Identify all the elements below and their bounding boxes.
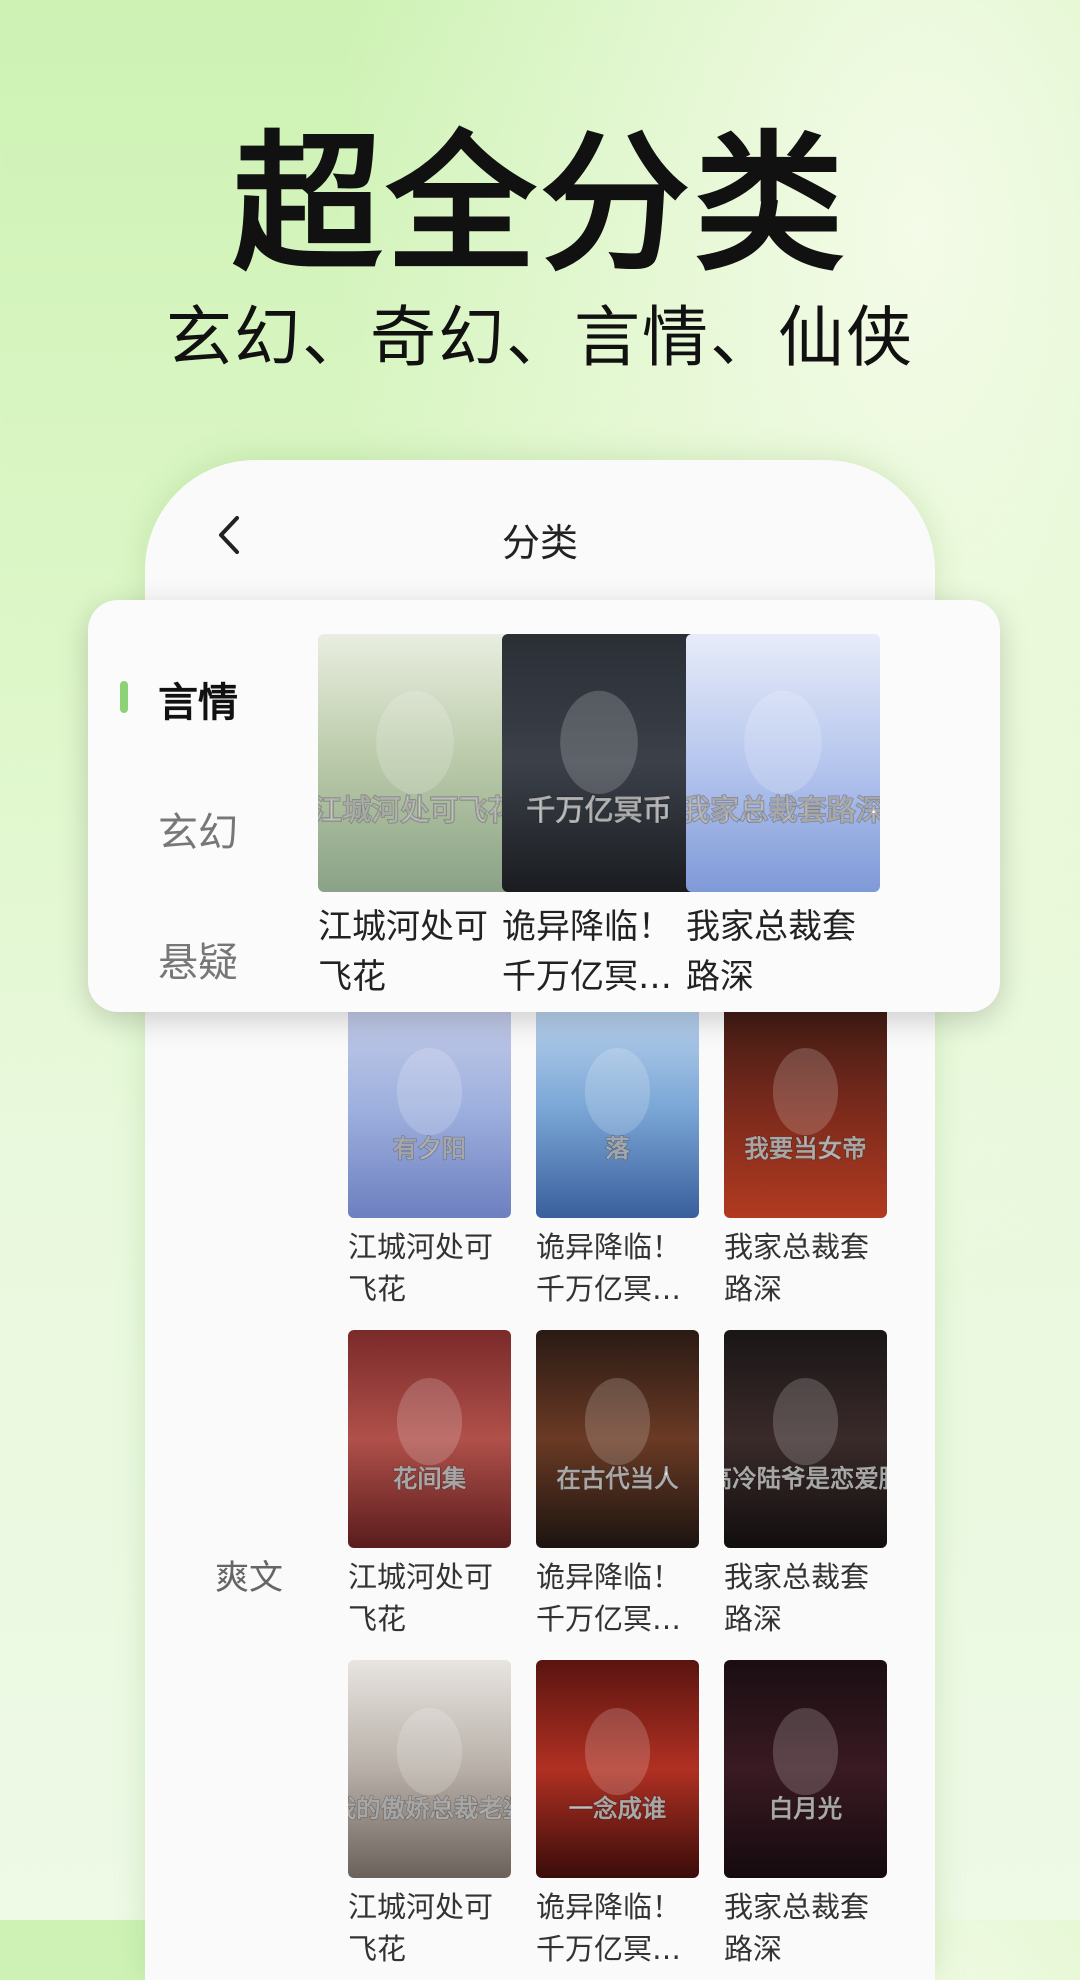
book-cover-image[interactable]: 花间集: [348, 1330, 511, 1548]
grid-book-card[interactable]: 一念成谁诡异降临！ 千万亿冥…: [536, 1660, 699, 1970]
book-title[interactable]: 江城河处可 飞花: [348, 1226, 511, 1310]
cover-title-art: 一念成谁: [569, 1794, 667, 1823]
cover-title-art: 江城河处可飞花: [318, 793, 512, 827]
popup-category-xuanhuan[interactable]: 玄幻: [158, 800, 238, 858]
book-cover-image[interactable]: 我的傲娇总裁老婆: [348, 1660, 511, 1878]
cover-title-art: 高冷陆爷是恋爱脑: [724, 1464, 887, 1493]
book-title[interactable]: 诡异降临！ 千万亿冥…: [502, 902, 696, 1002]
grid-book-card[interactable]: 高冷陆爷是恋爱脑我家总裁套 路深: [724, 1330, 887, 1640]
cover-title-art: 白月光: [769, 1794, 842, 1823]
active-indicator: [120, 681, 128, 713]
sidebar-item-shuangwen[interactable]: 爽文: [215, 1550, 283, 1599]
cover-title-art: 落: [605, 1134, 630, 1163]
book-cover-image[interactable]: 在古代当人: [536, 1330, 699, 1548]
book-cover-image[interactable]: 高冷陆爷是恋爱脑: [724, 1330, 887, 1548]
book-title[interactable]: 我家总裁套 路深: [724, 1556, 887, 1640]
popup-book-card[interactable]: 千万亿冥币诡异降临！ 千万亿冥…: [502, 634, 696, 1002]
cover-title-art: 在古代当人: [556, 1464, 679, 1493]
book-cover-image[interactable]: 白月光: [724, 1660, 887, 1878]
book-title[interactable]: 诡异降临！ 千万亿冥…: [536, 1226, 699, 1310]
book-title[interactable]: 诡异降临！ 千万亿冥…: [536, 1886, 699, 1970]
book-cover-image[interactable]: 江城河处可飞花: [318, 634, 512, 892]
category-popup-card: 言情 玄幻 悬疑 江城河处可飞花 江城河处可 飞花 千万亿冥币 诡异降临！ 千万亿冥……: [88, 600, 1000, 1012]
book-cover-image[interactable]: 落: [536, 1000, 699, 1218]
grid-book-card[interactable]: 我的傲娇总裁老婆江城河处可 飞花: [348, 1660, 511, 1970]
book-cover-image[interactable]: 千万亿冥币: [502, 634, 696, 892]
book-cover-image[interactable]: 我家总裁套路深: [686, 634, 880, 892]
headline: 超全分类: [231, 118, 848, 292]
screen-title: 分类: [501, 521, 578, 565]
popup-book-card[interactable]: 江城河处可飞花江城河处可 飞花: [318, 634, 512, 1002]
popup-category-xuanyi[interactable]: 悬疑: [158, 930, 238, 988]
book-title[interactable]: 江城河处可 飞花: [348, 1886, 511, 1970]
grid-book-card[interactable]: 白月光我家总裁套 路深: [724, 1660, 887, 1970]
popup-book-card[interactable]: 我家总裁套路深我家总裁套 路深: [686, 634, 880, 1002]
popup-category-yanqing[interactable]: 言情: [158, 670, 238, 728]
book-title[interactable]: 江城河处可 飞花: [318, 902, 512, 1002]
subheadline: 玄幻、奇幻、言情、仙侠: [166, 299, 914, 376]
book-cover-image[interactable]: 我要当女帝: [724, 1000, 887, 1218]
grid-book-card[interactable]: 有夕阳江城河处可 飞花: [348, 1000, 511, 1310]
book-title[interactable]: 诡异降临！ 千万亿冥…: [536, 1556, 699, 1640]
book-cover-image[interactable]: 一念成谁: [536, 1660, 699, 1878]
cover-title-art: 花间集: [393, 1464, 467, 1493]
cover-title-art: 我家总裁套路深: [686, 793, 880, 827]
cover-title-art: 我的傲娇总裁老婆: [348, 1794, 511, 1823]
grid-book-card[interactable]: 落诡异降临！ 千万亿冥…: [536, 1000, 699, 1310]
book-title[interactable]: 我家总裁套 路深: [724, 1886, 887, 1970]
book-title[interactable]: 我家总裁套 路深: [724, 1226, 887, 1310]
grid-book-card[interactable]: 我要当女帝我家总裁套 路深: [724, 1000, 887, 1310]
grid-book-card[interactable]: 花间集江城河处可 飞花: [348, 1330, 511, 1640]
book-title[interactable]: 我家总裁套 路深: [686, 902, 880, 1002]
cover-title-art: 千万亿冥币: [526, 793, 671, 827]
book-title[interactable]: 江城河处可 飞花: [348, 1556, 511, 1640]
grid-book-card[interactable]: 在古代当人诡异降临！ 千万亿冥…: [536, 1330, 699, 1640]
book-cover-image[interactable]: 有夕阳: [348, 1000, 511, 1218]
cover-title-art: 我要当女帝: [744, 1134, 866, 1163]
cover-title-art: 有夕阳: [393, 1134, 466, 1163]
